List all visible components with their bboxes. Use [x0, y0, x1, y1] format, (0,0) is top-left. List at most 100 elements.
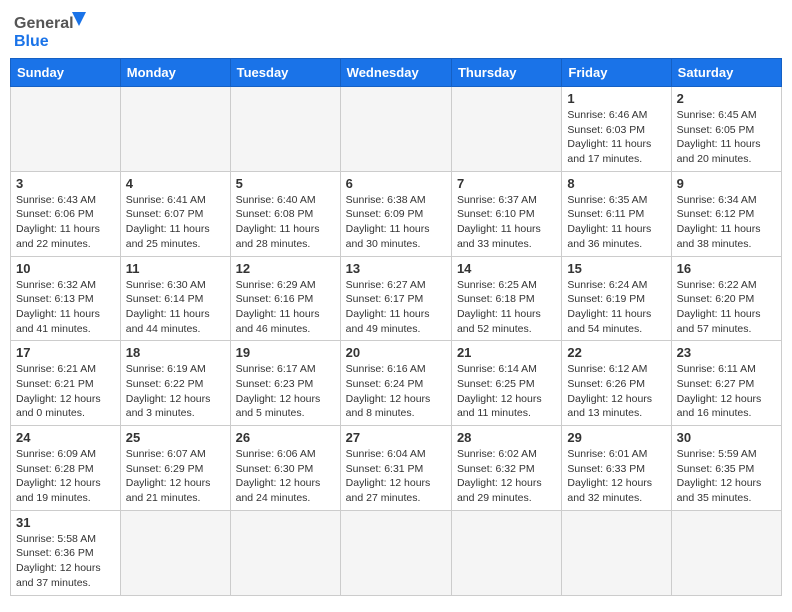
- calendar-week-row: 31Sunrise: 5:58 AM Sunset: 6:36 PM Dayli…: [11, 510, 782, 595]
- day-info: Sunrise: 6:06 AM Sunset: 6:30 PM Dayligh…: [236, 447, 335, 506]
- weekday-header: Monday: [120, 59, 230, 87]
- calendar-cell: 20 Sunrise: 6:16 AM Sunset: 6:24 PM Dayli…: [340, 341, 451, 426]
- page-header: GeneralBlue: [10, 10, 782, 50]
- calendar-cell: 23 Sunrise: 6:11 AM Sunset: 6:27 PM Dayli…: [671, 341, 781, 426]
- calendar-cell: [340, 87, 451, 172]
- calendar-cell: 24 Sunrise: 6:09 AM Sunset: 6:28 PM Dayli…: [11, 426, 121, 511]
- calendar-cell: [11, 87, 121, 172]
- day-info: Sunrise: 6:30 AM Sunset: 6:14 PM Dayligh…: [126, 278, 225, 337]
- calendar-cell: [120, 510, 230, 595]
- day-number: 3: [16, 176, 115, 191]
- calendar-cell: 21Sunrise: 6:14 AM Sunset: 6:25 PM Dayli…: [451, 341, 561, 426]
- day-number: 29: [567, 430, 665, 445]
- day-number: 30: [677, 430, 776, 445]
- calendar-cell: [451, 87, 561, 172]
- day-info: Sunrise: 6:17 AM Sunset: 6:23 PM Dayligh…: [236, 362, 335, 421]
- day-number: 19: [236, 345, 335, 360]
- calendar-cell: 19 Sunrise: 6:17 AM Sunset: 6:23 PM Dayli…: [230, 341, 340, 426]
- calendar-cell: 14 Sunrise: 6:25 AM Sunset: 6:18 PM Dayli…: [451, 256, 561, 341]
- calendar-header-row: SundayMondayTuesdayWednesdayThursdayFrid…: [11, 59, 782, 87]
- calendar-cell: 30 Sunrise: 5:59 AM Sunset: 6:35 PM Dayli…: [671, 426, 781, 511]
- day-number: 11: [126, 261, 225, 276]
- calendar-cell: 9Sunrise: 6:34 AM Sunset: 6:12 PM Daylig…: [671, 171, 781, 256]
- day-info: Sunrise: 6:12 AM Sunset: 6:26 PM Dayligh…: [567, 362, 665, 421]
- calendar-cell: 11 Sunrise: 6:30 AM Sunset: 6:14 PM Dayli…: [120, 256, 230, 341]
- calendar-week-row: 1 Sunrise: 6:46 AM Sunset: 6:03 PM Daylig…: [11, 87, 782, 172]
- day-number: 25: [126, 430, 225, 445]
- day-info: Sunrise: 6:16 AM Sunset: 6:24 PM Dayligh…: [346, 362, 446, 421]
- calendar-cell: 29 Sunrise: 6:01 AM Sunset: 6:33 PM Dayli…: [562, 426, 671, 511]
- day-number: 28: [457, 430, 556, 445]
- day-info: Sunrise: 6:46 AM Sunset: 6:03 PM Dayligh…: [567, 108, 665, 167]
- calendar-week-row: 10 Sunrise: 6:32 AM Sunset: 6:13 PM Dayli…: [11, 256, 782, 341]
- calendar-cell: [230, 510, 340, 595]
- calendar-cell: [340, 510, 451, 595]
- day-number: 26: [236, 430, 335, 445]
- day-number: 15: [567, 261, 665, 276]
- calendar-week-row: 17Sunrise: 6:21 AM Sunset: 6:21 PM Dayli…: [11, 341, 782, 426]
- day-info: Sunrise: 6:09 AM Sunset: 6:28 PM Dayligh…: [16, 447, 115, 506]
- day-info: Sunrise: 6:01 AM Sunset: 6:33 PM Dayligh…: [567, 447, 665, 506]
- weekday-header: Wednesday: [340, 59, 451, 87]
- calendar-cell: 2 Sunrise: 6:45 AM Sunset: 6:05 PM Daylig…: [671, 87, 781, 172]
- calendar-cell: [671, 510, 781, 595]
- calendar-cell: 6Sunrise: 6:38 AM Sunset: 6:09 PM Daylig…: [340, 171, 451, 256]
- calendar-week-row: 3 Sunrise: 6:43 AM Sunset: 6:06 PM Daylig…: [11, 171, 782, 256]
- day-number: 10: [16, 261, 115, 276]
- calendar-cell: 12Sunrise: 6:29 AM Sunset: 6:16 PM Dayli…: [230, 256, 340, 341]
- day-info: Sunrise: 6:25 AM Sunset: 6:18 PM Dayligh…: [457, 278, 556, 337]
- day-info: Sunrise: 6:38 AM Sunset: 6:09 PM Dayligh…: [346, 193, 446, 252]
- calendar-cell: 17Sunrise: 6:21 AM Sunset: 6:21 PM Dayli…: [11, 341, 121, 426]
- calendar-cell: 18Sunrise: 6:19 AM Sunset: 6:22 PM Dayli…: [120, 341, 230, 426]
- calendar-cell: [120, 87, 230, 172]
- day-number: 24: [16, 430, 115, 445]
- calendar-cell: 4Sunrise: 6:41 AM Sunset: 6:07 PM Daylig…: [120, 171, 230, 256]
- weekday-header: Tuesday: [230, 59, 340, 87]
- logo: GeneralBlue: [14, 10, 94, 50]
- day-info: Sunrise: 6:22 AM Sunset: 6:20 PM Dayligh…: [677, 278, 776, 337]
- weekday-header: Friday: [562, 59, 671, 87]
- weekday-header: Saturday: [671, 59, 781, 87]
- day-number: 12: [236, 261, 335, 276]
- day-number: 8: [567, 176, 665, 191]
- day-number: 14: [457, 261, 556, 276]
- svg-text:General: General: [14, 15, 74, 32]
- day-number: 13: [346, 261, 446, 276]
- day-info: Sunrise: 6:40 AM Sunset: 6:08 PM Dayligh…: [236, 193, 335, 252]
- calendar-cell: 26 Sunrise: 6:06 AM Sunset: 6:30 PM Dayli…: [230, 426, 340, 511]
- calendar-cell: 8Sunrise: 6:35 AM Sunset: 6:11 PM Daylig…: [562, 171, 671, 256]
- day-number: 5: [236, 176, 335, 191]
- day-number: 2: [677, 91, 776, 106]
- day-number: 16: [677, 261, 776, 276]
- day-info: Sunrise: 5:59 AM Sunset: 6:35 PM Dayligh…: [677, 447, 776, 506]
- day-info: Sunrise: 6:37 AM Sunset: 6:10 PM Dayligh…: [457, 193, 556, 252]
- day-number: 27: [346, 430, 446, 445]
- day-info: Sunrise: 6:32 AM Sunset: 6:13 PM Dayligh…: [16, 278, 115, 337]
- day-info: Sunrise: 6:41 AM Sunset: 6:07 PM Dayligh…: [126, 193, 225, 252]
- calendar-cell: [562, 510, 671, 595]
- weekday-header: Sunday: [11, 59, 121, 87]
- day-number: 23: [677, 345, 776, 360]
- weekday-header: Thursday: [451, 59, 561, 87]
- day-info: Sunrise: 6:07 AM Sunset: 6:29 PM Dayligh…: [126, 447, 225, 506]
- calendar-cell: 1 Sunrise: 6:46 AM Sunset: 6:03 PM Daylig…: [562, 87, 671, 172]
- calendar-table: SundayMondayTuesdayWednesdayThursdayFrid…: [10, 58, 782, 596]
- day-info: Sunrise: 6:04 AM Sunset: 6:31 PM Dayligh…: [346, 447, 446, 506]
- day-info: Sunrise: 6:45 AM Sunset: 6:05 PM Dayligh…: [677, 108, 776, 167]
- day-info: Sunrise: 6:19 AM Sunset: 6:22 PM Dayligh…: [126, 362, 225, 421]
- day-number: 1: [567, 91, 665, 106]
- day-info: Sunrise: 6:24 AM Sunset: 6:19 PM Dayligh…: [567, 278, 665, 337]
- day-info: Sunrise: 6:02 AM Sunset: 6:32 PM Dayligh…: [457, 447, 556, 506]
- calendar-cell: 22Sunrise: 6:12 AM Sunset: 6:26 PM Dayli…: [562, 341, 671, 426]
- day-info: Sunrise: 6:43 AM Sunset: 6:06 PM Dayligh…: [16, 193, 115, 252]
- day-number: 31: [16, 515, 115, 530]
- calendar-cell: 7 Sunrise: 6:37 AM Sunset: 6:10 PM Daylig…: [451, 171, 561, 256]
- calendar-cell: [451, 510, 561, 595]
- day-number: 7: [457, 176, 556, 191]
- calendar-cell: 16 Sunrise: 6:22 AM Sunset: 6:20 PM Dayli…: [671, 256, 781, 341]
- day-info: Sunrise: 6:11 AM Sunset: 6:27 PM Dayligh…: [677, 362, 776, 421]
- calendar-cell: 3 Sunrise: 6:43 AM Sunset: 6:06 PM Daylig…: [11, 171, 121, 256]
- day-number: 20: [346, 345, 446, 360]
- calendar-cell: 10 Sunrise: 6:32 AM Sunset: 6:13 PM Dayli…: [11, 256, 121, 341]
- calendar-cell: 28 Sunrise: 6:02 AM Sunset: 6:32 PM Dayli…: [451, 426, 561, 511]
